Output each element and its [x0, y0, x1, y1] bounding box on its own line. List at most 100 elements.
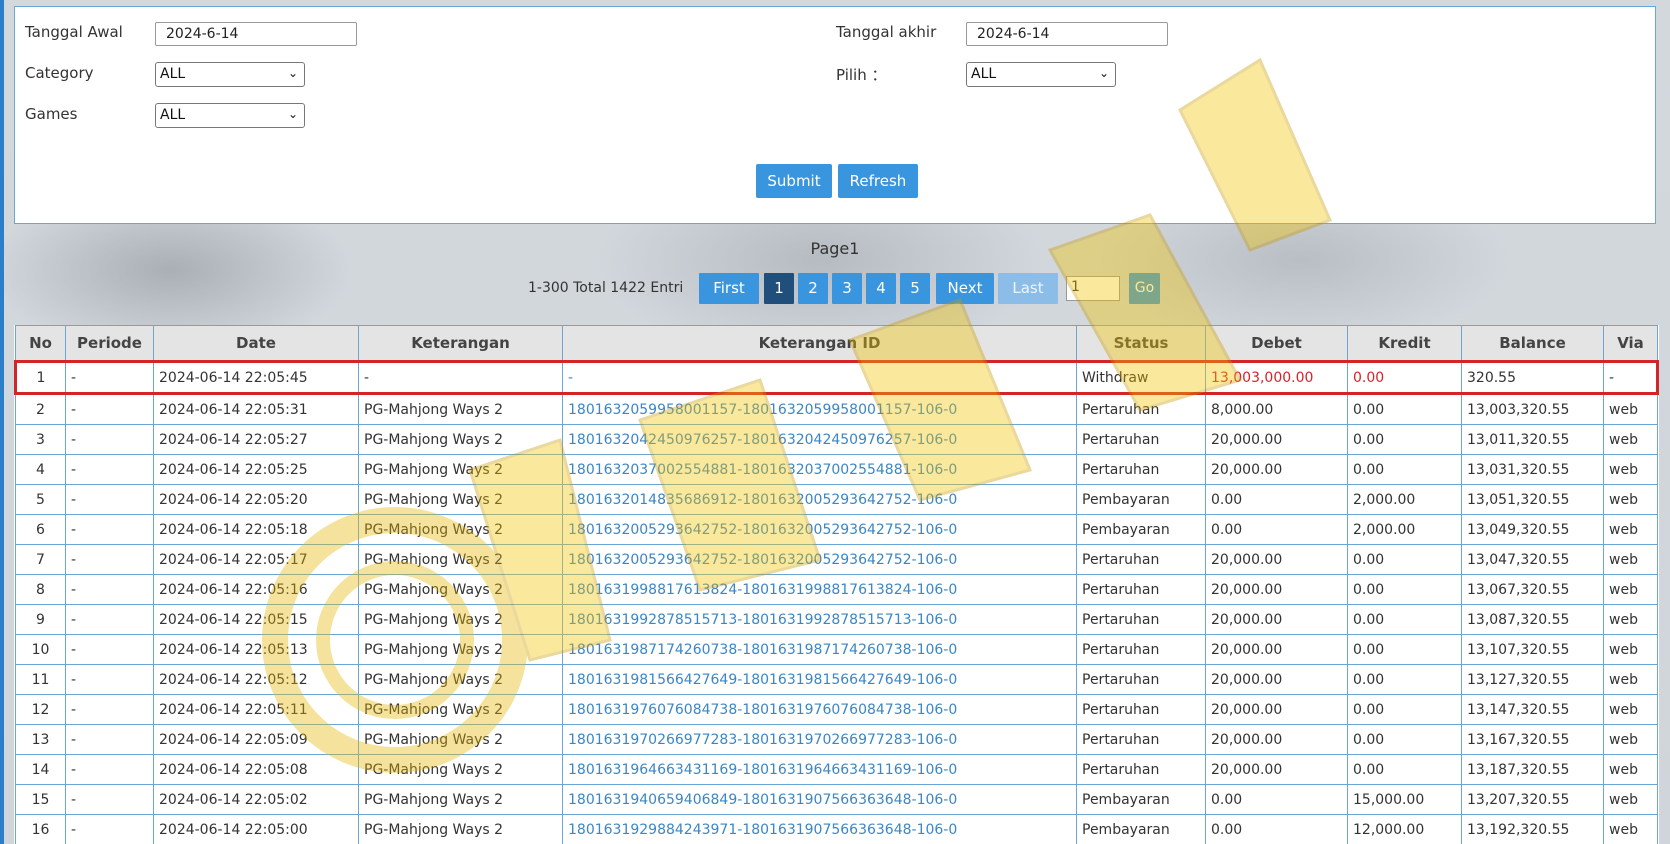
- cell-date: 2024-06-14 22:05:11: [153, 694, 359, 725]
- submit-button[interactable]: Submit: [756, 164, 832, 198]
- cell-keterangan-id[interactable]: 1801631981566427649-1801631981566427649-…: [562, 664, 1077, 695]
- table-row: 1-2024-06-14 22:05:45- - Withdraw 13,003,00…: [14, 360, 1659, 395]
- cell-via: web: [1603, 574, 1658, 605]
- pilih-select-value: ALL: [971, 66, 997, 82]
- start-date-input[interactable]: 2024-6-14: [155, 22, 357, 46]
- start-date-label: Tanggal Awal: [25, 23, 123, 41]
- cell-balance: 13,147,320.55: [1461, 694, 1604, 725]
- page-button-5[interactable]: 5: [900, 273, 930, 304]
- cell-keterangan-id[interactable]: 1801632037002554881-1801632037002554881-…: [562, 454, 1077, 485]
- cell-status: Pertaruhan: [1076, 694, 1206, 725]
- cell-via: web: [1603, 393, 1658, 425]
- cell-keterangan-id[interactable]: 1801632005293642752-1801632005293642752-…: [562, 514, 1077, 545]
- page-button-2[interactable]: 2: [798, 273, 828, 304]
- cell-keterangan-id[interactable]: 1801632042450976257-1801632042450976257-…: [562, 424, 1077, 455]
- cell-no: 2: [15, 393, 66, 425]
- page-title: Page1: [810, 239, 860, 258]
- cell-date: 2024-06-14 22:05:25: [153, 454, 359, 485]
- cell-status: Withdraw: [1076, 360, 1206, 395]
- cell-date: 2024-06-14 22:05:17: [153, 544, 359, 575]
- cell-date: 2024-06-14 22:05:12: [153, 664, 359, 695]
- cell-balance: 13,187,320.55: [1461, 754, 1604, 785]
- column-header-via: Via: [1603, 325, 1658, 362]
- cell-date: 2024-06-14 22:05:27: [153, 424, 359, 455]
- entries-total-text: 1-300 Total 1422 Entri: [528, 280, 684, 296]
- cell-kredit: 0.00: [1347, 424, 1462, 455]
- chevron-down-icon: ⌄: [1098, 66, 1109, 80]
- table-row: 9-2024-06-14 22:05:15 PG-Mahjong Ways 2 18…: [15, 604, 1658, 635]
- cell-balance: 13,067,320.55: [1461, 574, 1604, 605]
- column-header-keterangan-id: Keterangan ID: [562, 325, 1077, 362]
- cell-keterangan-id[interactable]: 1801631964663431169-1801631964663431169-…: [562, 754, 1077, 785]
- cell-kredit: 15,000.00: [1347, 784, 1462, 815]
- cell-keterangan: PG-Mahjong Ways 2: [358, 634, 563, 665]
- next-page-button[interactable]: Next: [936, 273, 994, 304]
- first-page-button[interactable]: First: [699, 273, 759, 304]
- cell-status: Pertaruhan: [1076, 724, 1206, 755]
- cell-debet: 8,000.00: [1205, 393, 1348, 425]
- cell-keterangan: PG-Mahjong Ways 2: [358, 574, 563, 605]
- page-button-1[interactable]: 1: [764, 273, 794, 304]
- cell-keterangan-id[interactable]: 1801632014835686912-1801632005293642752-…: [562, 484, 1077, 515]
- cell-keterangan-id[interactable]: 1801631998817613824-1801631998817613824-…: [562, 574, 1077, 605]
- column-header-date: Date: [153, 325, 359, 362]
- cell-kredit: 0.00: [1347, 544, 1462, 575]
- table-header-row: No Periode Date Keterangan Keterangan ID Stat…: [15, 325, 1658, 362]
- category-select[interactable]: ALL ⌄: [155, 62, 305, 87]
- games-select-value: ALL: [160, 107, 186, 123]
- cell-balance: 13,049,320.55: [1461, 514, 1604, 545]
- cell-keterangan-id[interactable]: 1801632005293642752-1801632005293642752-…: [562, 544, 1077, 575]
- cell-balance: 13,192,320.55: [1461, 814, 1604, 844]
- cell-keterangan-id[interactable]: 1801631940659406849-1801631907566363648-…: [562, 784, 1077, 815]
- cell-date: 2024-06-14 22:05:09: [153, 724, 359, 755]
- table-row: 6-2024-06-14 22:05:18 PG-Mahjong Ways 2 18…: [15, 514, 1658, 545]
- cell-kredit: 2,000.00: [1347, 514, 1462, 545]
- cell-periode: -: [65, 544, 154, 575]
- cell-keterangan-id[interactable]: 1801631987174260738-1801631987174260738-…: [562, 634, 1077, 665]
- cell-periode: -: [65, 604, 154, 635]
- cell-status: Pertaruhan: [1076, 574, 1206, 605]
- table-row: 15-2024-06-14 22:05:02 PG-Mahjong Ways 21…: [15, 784, 1658, 815]
- cell-date: 2024-06-14 22:05:31: [153, 393, 359, 425]
- cell-via: web: [1603, 514, 1658, 545]
- cell-debet: 0.00: [1205, 814, 1348, 844]
- end-date-label: Tanggal akhir: [836, 23, 937, 41]
- page-button-4[interactable]: 4: [866, 273, 896, 304]
- cell-date: 2024-06-14 22:05:02: [153, 784, 359, 815]
- cell-balance: 13,087,320.55: [1461, 604, 1604, 635]
- cell-keterangan-id[interactable]: 1801631992878515713-1801631992878515713-…: [562, 604, 1077, 635]
- column-header-status: Status: [1076, 325, 1206, 362]
- cell-no: 15: [15, 784, 66, 815]
- cell-no: 10: [15, 634, 66, 665]
- cell-keterangan-id[interactable]: 1801631976076084738-1801631976076084738-…: [562, 694, 1077, 725]
- cell-no: 7: [15, 544, 66, 575]
- goto-page-input[interactable]: 1: [1066, 276, 1120, 301]
- end-date-input[interactable]: 2024-6-14: [966, 22, 1168, 46]
- cell-no: 9: [15, 604, 66, 635]
- cell-kredit: 0.00: [1347, 694, 1462, 725]
- cell-keterangan-id[interactable]: 1801632059958001157-1801632059958001157-…: [562, 393, 1077, 425]
- cell-debet: 20,000.00: [1205, 454, 1348, 485]
- cell-kredit: 0.00: [1347, 574, 1462, 605]
- pilih-select[interactable]: ALL ⌄: [966, 62, 1116, 87]
- go-button[interactable]: Go: [1129, 273, 1160, 304]
- cell-status: Pembayaran: [1076, 784, 1206, 815]
- table-row: 16-2024-06-14 22:05:00 PG-Mahjong Ways 21…: [15, 814, 1658, 844]
- cell-balance: 13,011,320.55: [1461, 424, 1604, 455]
- cell-periode: -: [65, 814, 154, 844]
- last-page-button[interactable]: Last: [998, 273, 1058, 304]
- cell-no: 6: [15, 514, 66, 545]
- refresh-button[interactable]: Refresh: [838, 164, 918, 198]
- cell-status: Pertaruhan: [1076, 634, 1206, 665]
- column-header-debet: Debet: [1205, 325, 1348, 362]
- cell-keterangan-id[interactable]: 1801631929884243971-1801631907566363648-…: [562, 814, 1077, 844]
- cell-periode: -: [65, 664, 154, 695]
- cell-kredit: 2,000.00: [1347, 484, 1462, 515]
- page-button-3[interactable]: 3: [832, 273, 862, 304]
- cell-balance: 320.55: [1461, 360, 1604, 395]
- cell-periode: -: [65, 454, 154, 485]
- cell-keterangan-id[interactable]: 1801631970266977283-1801631970266977283-…: [562, 724, 1077, 755]
- games-select[interactable]: ALL ⌄: [155, 103, 305, 128]
- cell-periode: -: [65, 574, 154, 605]
- column-header-periode: Periode: [65, 325, 154, 362]
